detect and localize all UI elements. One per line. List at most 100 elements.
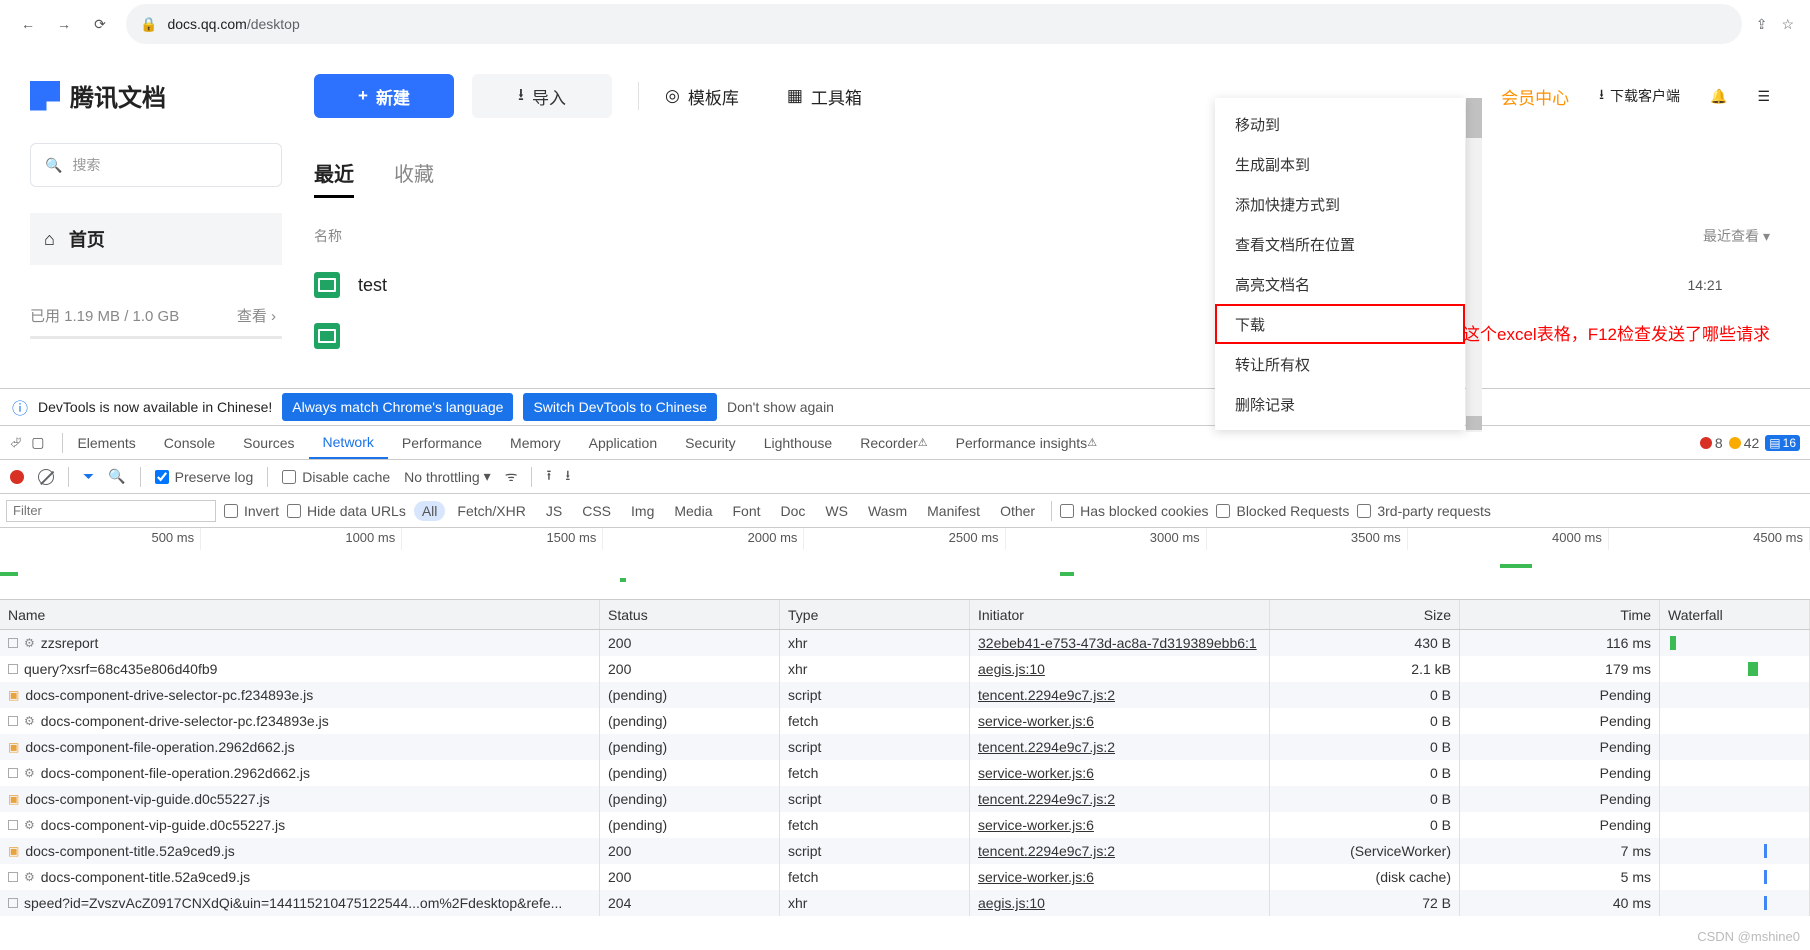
filter-type-fetch/xhr[interactable]: Fetch/XHR: [449, 501, 533, 521]
inspect-icon[interactable]: ⮰: [10, 434, 21, 451]
address-bar[interactable]: 🔒 docs.qq.com/desktop: [126, 4, 1742, 44]
tab-recent[interactable]: 最近: [314, 158, 354, 198]
network-row[interactable]: ⚙docs-component-drive-selector-pc.f23489…: [0, 708, 1810, 734]
network-row[interactable]: speed?id=ZvszvAcZ0917CNXdQi&uin=14411521…: [0, 890, 1810, 916]
tab-favorites[interactable]: 收藏: [394, 158, 434, 198]
devtools-tab-console[interactable]: Console: [150, 426, 229, 459]
third-party-checkbox[interactable]: 3rd-party requests: [1357, 503, 1491, 519]
blocked-requests-checkbox[interactable]: Blocked Requests: [1216, 503, 1349, 519]
ctx-item-2[interactable]: 添加快捷方式到: [1215, 184, 1465, 224]
network-filter-bar: Invert Hide data URLs AllFetch/XHRJSCSSI…: [0, 494, 1810, 528]
toolbox-link[interactable]: ▦工具箱: [787, 84, 862, 109]
ctx-item-3[interactable]: 查看文档所在位置: [1215, 224, 1465, 264]
col-name[interactable]: Name: [0, 600, 600, 629]
devtools-tab-memory[interactable]: Memory: [496, 426, 575, 459]
preserve-log-checkbox[interactable]: Preserve log: [155, 469, 254, 485]
warning-count[interactable]: 42: [1729, 435, 1760, 451]
filter-type-ws[interactable]: WS: [817, 501, 856, 521]
disable-cache-checkbox[interactable]: Disable cache: [282, 469, 390, 485]
sidebar-item-home[interactable]: ⌂ 首页: [30, 213, 282, 265]
network-row[interactable]: ▣docs-component-drive-selector-pc.f23489…: [0, 682, 1810, 708]
forward-button[interactable]: →: [46, 6, 82, 42]
ctx-item-6[interactable]: 转让所有权: [1215, 344, 1465, 384]
ctx-item-1[interactable]: 生成副本到: [1215, 144, 1465, 184]
devtools-tab-lighthouse[interactable]: Lighthouse: [750, 426, 847, 459]
filter-type-wasm[interactable]: Wasm: [860, 501, 915, 521]
clear-button[interactable]: [38, 469, 54, 485]
devtools-tab-security[interactable]: Security: [671, 426, 750, 459]
network-row[interactable]: ▣docs-component-file-operation.2962d662.…: [0, 734, 1810, 760]
search-icon[interactable]: 🔍: [108, 468, 125, 485]
invert-checkbox[interactable]: Invert: [224, 503, 279, 519]
devtools-tab-application[interactable]: Application: [575, 426, 672, 459]
reload-button[interactable]: ⟳: [82, 6, 118, 42]
match-language-button[interactable]: Always match Chrome's language: [282, 393, 513, 421]
bookmark-icon[interactable]: ☆: [1781, 16, 1794, 33]
search-input[interactable]: 🔍 搜索: [30, 143, 282, 187]
menu-icon[interactable]: ☰: [1757, 88, 1770, 105]
record-button[interactable]: [10, 470, 24, 484]
back-button[interactable]: ←: [10, 6, 46, 42]
network-row[interactable]: ⚙docs-component-vip-guide.d0c55227.js(pe…: [0, 812, 1810, 838]
filter-type-doc[interactable]: Doc: [773, 501, 814, 521]
import-button[interactable]: ⭳导入: [472, 74, 612, 118]
filter-type-other[interactable]: Other: [992, 501, 1043, 521]
download-client-link[interactable]: ⭳下载客户端: [1599, 84, 1680, 108]
network-row[interactable]: query?xsrf=68c435e806d40fb9200xhraegis.j…: [0, 656, 1810, 682]
throttling-select[interactable]: No throttling ▾: [404, 468, 491, 485]
devtools-tab-performance[interactable]: Performance: [388, 426, 496, 459]
download-icon[interactable]: ⭳: [565, 465, 570, 489]
timeline-tick: 2000 ms: [603, 528, 804, 550]
col-status[interactable]: Status: [600, 600, 780, 629]
network-row[interactable]: ▣docs-component-title.52a9ced9.js200scri…: [0, 838, 1810, 864]
network-row[interactable]: ⚙zzsreport200xhr32ebeb41-e753-473d-ac8a-…: [0, 630, 1810, 656]
storage-text: 已用 1.19 MB / 1.0 GB: [30, 305, 179, 326]
filter-input[interactable]: [6, 500, 216, 522]
filter-type-all[interactable]: All: [414, 501, 446, 521]
context-menu-scrollbar[interactable]: [1466, 98, 1482, 432]
ctx-item-4[interactable]: 高亮文档名: [1215, 264, 1465, 304]
network-row[interactable]: ▣docs-component-vip-guide.d0c55227.js(pe…: [0, 786, 1810, 812]
network-row[interactable]: ⚙docs-component-file-operation.2962d662.…: [0, 760, 1810, 786]
filter-type-img[interactable]: Img: [623, 501, 662, 521]
col-size[interactable]: Size: [1270, 600, 1460, 629]
network-row[interactable]: ⚙docs-component-title.52a9ced9.js200fetc…: [0, 864, 1810, 890]
brand-logo[interactable]: 腾讯文档: [30, 78, 282, 113]
network-timeline[interactable]: 500 ms1000 ms1500 ms2000 ms2500 ms3000 m…: [0, 528, 1810, 600]
file-row-test[interactable]: test 14:21: [314, 256, 1770, 314]
filter-type-manifest[interactable]: Manifest: [919, 501, 988, 521]
filter-type-font[interactable]: Font: [725, 501, 769, 521]
devtools-tab-network[interactable]: Network: [309, 426, 388, 459]
hide-data-urls-checkbox[interactable]: Hide data URLs: [287, 503, 406, 519]
switch-language-button[interactable]: Switch DevTools to Chinese: [523, 393, 717, 421]
filter-icon[interactable]: ⏷: [83, 468, 94, 485]
storage-view-link[interactable]: 查看 ›: [237, 305, 276, 326]
dismiss-link[interactable]: Don't show again: [727, 399, 834, 415]
share-icon[interactable]: ⇪: [1756, 16, 1768, 33]
error-count[interactable]: 8: [1700, 435, 1723, 451]
col-type[interactable]: Type: [780, 600, 970, 629]
wifi-icon[interactable]: ᯤ: [505, 467, 518, 486]
ctx-item-5[interactable]: 下载: [1215, 304, 1465, 344]
new-button[interactable]: +新建: [314, 74, 454, 118]
col-waterfall[interactable]: Waterfall: [1660, 600, 1810, 629]
col-initiator[interactable]: Initiator: [970, 600, 1270, 629]
notification-icon[interactable]: 🔔: [1710, 88, 1727, 105]
blocked-cookies-checkbox[interactable]: Has blocked cookies: [1060, 503, 1208, 519]
vip-link[interactable]: 会员中心: [1501, 84, 1569, 109]
devtools-tab-sources[interactable]: Sources: [229, 426, 308, 459]
templates-link[interactable]: ◎模板库: [665, 84, 739, 109]
ctx-item-0[interactable]: 移动到: [1215, 104, 1465, 144]
devtools-tab-recorder[interactable]: Recorder ⚠: [846, 426, 941, 459]
filter-type-js[interactable]: JS: [538, 501, 570, 521]
col-time[interactable]: Time: [1460, 600, 1660, 629]
devtools-tab-elements[interactable]: Elements: [63, 426, 149, 459]
message-count[interactable]: ▤ 16: [1765, 435, 1800, 451]
ctx-item-7[interactable]: 删除记录: [1215, 384, 1465, 424]
col-time[interactable]: 最近查看▾: [1640, 226, 1770, 246]
devtools-tab-performance-insights[interactable]: Performance insights ⚠: [942, 426, 1111, 459]
upload-icon[interactable]: ⭱: [546, 465, 551, 489]
filter-type-media[interactable]: Media: [666, 501, 720, 521]
filter-type-css[interactable]: CSS: [574, 501, 619, 521]
device-icon[interactable]: ▢: [31, 434, 44, 451]
